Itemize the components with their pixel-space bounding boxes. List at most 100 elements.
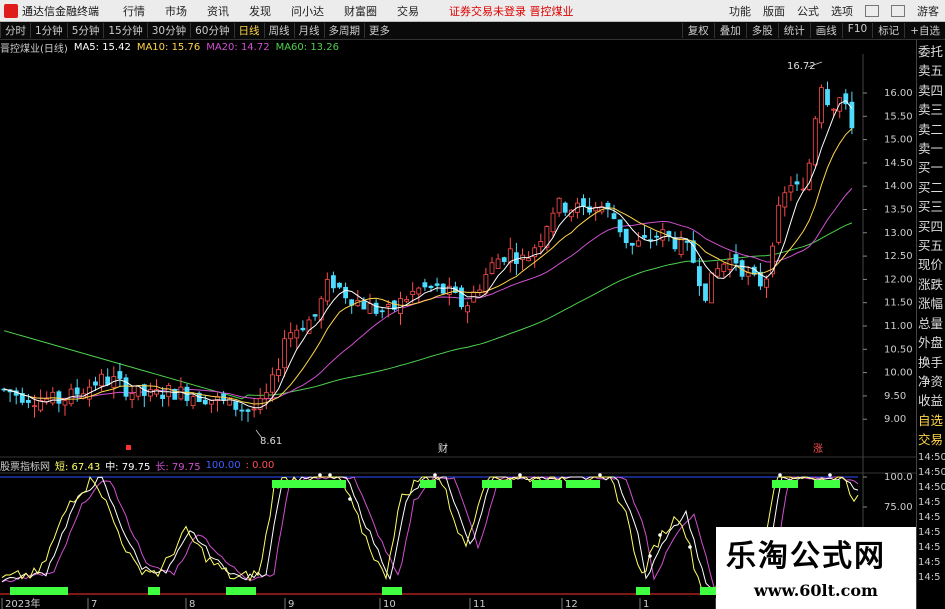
maximize-icon[interactable] — [891, 4, 905, 17]
candle-body — [428, 285, 434, 289]
price-tick-label: 14.00 — [884, 181, 913, 192]
panel-sell3: 卖三 — [918, 102, 944, 118]
menu-news[interactable]: 资讯 — [207, 3, 229, 19]
button-draw[interactable]: 画线 — [809, 23, 842, 38]
candle-body — [160, 394, 166, 400]
menu-options[interactable]: 选项 — [831, 3, 853, 19]
tick-time: 14:50 — [918, 481, 945, 493]
menu-trade[interactable]: 交易 — [397, 3, 419, 19]
candle-body — [282, 338, 288, 369]
candle-body — [703, 283, 708, 301]
candle-body — [276, 369, 281, 376]
tab-weekly[interactable]: 周线 — [263, 23, 294, 38]
candle-body — [154, 389, 159, 395]
tab-timeshare[interactable]: 分时 — [0, 23, 30, 38]
button-add-watchlist[interactable]: +自选 — [904, 23, 945, 38]
candle-body — [410, 290, 416, 295]
signal-bar-bottom — [636, 587, 650, 595]
tab-30min[interactable]: 30分钟 — [146, 23, 190, 38]
signal-dot — [518, 473, 522, 477]
candle-body — [733, 254, 739, 264]
menu-discover[interactable]: 发现 — [249, 3, 271, 19]
candle-body — [501, 257, 507, 262]
candle-body — [330, 275, 336, 289]
price-tick-label: 11.00 — [884, 321, 913, 332]
candle-body — [190, 396, 196, 407]
price-tick-label: 16.00 — [884, 88, 913, 99]
menu-quotes[interactable]: 行情 — [123, 3, 145, 19]
candle-body — [288, 332, 294, 340]
menu-market[interactable]: 市场 — [165, 3, 187, 19]
signal-bar-top — [420, 480, 436, 488]
tab-more[interactable]: 更多 — [364, 23, 394, 38]
tab-monthly[interactable]: 月线 — [293, 23, 324, 38]
panel-net-assets: 净资 — [918, 373, 944, 389]
signal-bar-top — [532, 480, 562, 488]
tab-5min[interactable]: 5分钟 — [66, 23, 104, 38]
kline-chart[interactable]: 16.00 15.50 15.00 14.50 14.00 13.50 13.00 12.50… — [0, 40, 916, 609]
candle-body — [25, 400, 31, 403]
candle-body — [239, 409, 245, 412]
indicator-tick-label: 100.0 — [884, 472, 913, 483]
candle-body — [251, 408, 257, 411]
quote-panel: 委托 卖五 卖四 卖三 卖二 卖一 买一 买二 买三 买四 买五 现价 涨跌 涨… — [916, 40, 945, 609]
button-multi-stock[interactable]: 多股 — [745, 23, 778, 38]
app-title: 通达信金融终端 — [22, 4, 99, 18]
event-marker — [126, 445, 131, 450]
tab-60min[interactable]: 60分钟 — [190, 23, 233, 38]
indicator-tick-label: 75.00 — [884, 502, 913, 513]
candle-body — [385, 304, 391, 307]
button-overlay[interactable]: 叠加 — [713, 23, 746, 38]
candle-body — [794, 181, 800, 185]
candle-body — [764, 278, 769, 288]
panel-entrust[interactable]: 委托 — [917, 42, 945, 61]
candle-body — [715, 268, 721, 277]
ma5-line — [3, 99, 853, 409]
button-statistics[interactable]: 统计 — [777, 23, 810, 38]
candle-body — [105, 376, 111, 386]
candle-body — [697, 266, 702, 287]
candle-body — [416, 287, 422, 295]
guest-label[interactable]: 游客 — [917, 3, 939, 19]
candle-body — [660, 229, 666, 241]
menu-formula[interactable]: 公式 — [797, 3, 819, 19]
candle-body — [129, 393, 135, 400]
date-tick-label: 12 — [565, 599, 578, 609]
tab-daily[interactable]: 日线 — [233, 23, 264, 38]
candle-body — [300, 327, 306, 331]
date-tick-label: 10 — [383, 599, 396, 609]
panel-tab-watchlist[interactable]: 自选 — [917, 411, 945, 430]
menu-wealth[interactable]: 财富圈 — [344, 3, 377, 19]
candle-body — [776, 204, 782, 243]
panel-tab-trade[interactable]: 交易 — [917, 430, 945, 449]
menu-function[interactable]: 功能 — [729, 3, 751, 19]
button-f10[interactable]: F10 — [841, 23, 872, 38]
price-tick-label: 10.50 — [884, 344, 913, 355]
login-warning[interactable]: 证券交易未登录 晋控煤业 — [449, 3, 574, 19]
tab-multi-period[interactable]: 多周期 — [323, 23, 365, 38]
candle-body — [550, 212, 556, 233]
toolbar-right: 复权 叠加 多股 统计 画线 F10 标记 +自选 — [681, 23, 945, 38]
app-logo-icon — [4, 3, 18, 18]
tick-time: 14:50 — [918, 451, 945, 463]
tab-1min[interactable]: 1分钟 — [30, 23, 67, 38]
button-adjust[interactable]: 复权 — [681, 23, 714, 38]
candle-body — [379, 310, 385, 313]
panel-buy2: 买二 — [918, 179, 944, 195]
candle-body — [654, 235, 660, 238]
candle-body — [294, 329, 300, 339]
tick-time: 14:5 — [918, 541, 941, 553]
menu-layout[interactable]: 版面 — [763, 3, 785, 19]
menubar-right: 功能 版面 公式 选项 游客 — [723, 3, 945, 19]
panel-sell5: 卖五 — [918, 63, 944, 79]
signal-dot — [328, 473, 332, 477]
menu-ask[interactable]: 问小达 — [291, 3, 324, 19]
tab-15min[interactable]: 15分钟 — [103, 23, 146, 38]
button-mark[interactable]: 标记 — [872, 23, 904, 38]
low-label: 8.61 — [260, 436, 282, 447]
candle-body — [324, 279, 330, 302]
candle-body — [312, 314, 318, 317]
panel-earnings: 收益 — [918, 393, 944, 409]
minimize-icon[interactable] — [865, 4, 879, 17]
candle-body — [74, 387, 80, 395]
